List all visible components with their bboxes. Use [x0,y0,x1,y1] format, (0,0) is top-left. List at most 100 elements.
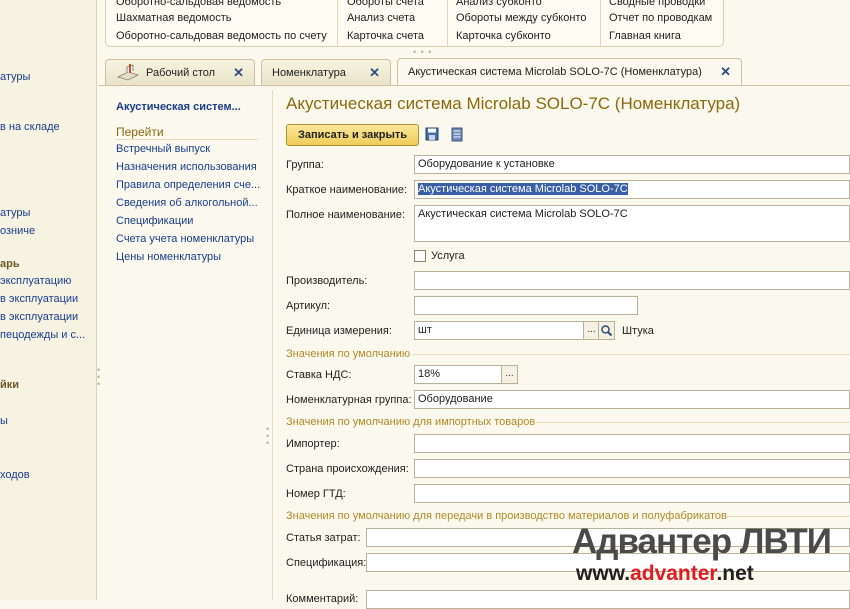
cost-item-label: Статья затрат: [286,532,361,544]
short-name-label: Краткое наименование: [286,184,408,196]
menu-item[interactable]: Карточка счета [347,30,424,42]
vat-select-button[interactable]: ... [501,365,518,384]
full-name-label: Полное наименование: [286,209,406,221]
side-link[interactable]: Назначения использования [116,161,257,173]
specification-label: Спецификация: [286,557,367,569]
nav-link[interactable]: пецодежды и с... [0,329,96,341]
menu-item[interactable]: Сводные проводки [609,0,705,8]
goto-header: Перейти [116,125,164,139]
menu-item[interactable]: Анализ счета [347,12,415,24]
save-and-close-button[interactable]: Записать и закрыть [286,124,419,146]
unit-label: Единица измерения: [286,325,392,337]
side-link[interactable]: Цены номенклатуры [116,251,221,263]
desktop-icon [116,64,140,81]
splitter-grip[interactable]: • • • [266,425,272,448]
section-divider [116,139,258,140]
nav-link[interactable]: ходов [0,469,96,481]
menu-divider [447,0,448,46]
maker-label: Производитель: [286,275,368,287]
maker-field[interactable] [414,271,850,290]
menu-divider [600,0,601,46]
gtd-field[interactable] [414,484,850,503]
nav-link[interactable]: в эксплуатации [0,311,96,323]
reports-menu-panel: Оборотно-сальдовая ведомость Шахматная ве… [105,0,724,47]
importer-field[interactable] [414,434,850,453]
article-label: Артикул: [286,300,331,312]
nav-link[interactable]: эксплуатацию [0,275,96,287]
unit-field[interactable]: шт [414,321,584,340]
importer-label: Импортер: [286,438,340,450]
section-divider [412,354,850,355]
watermark-url-suffix: .net [716,562,754,585]
side-link[interactable]: Правила определения сче... [116,179,260,191]
form-side-panel: Акустическая систем... Перейти Встречный в… [108,92,272,600]
nav-link[interactable]: в эксплуатации [0,293,96,305]
panel-separator [272,90,273,600]
group-field[interactable]: Оборудование к установке [414,155,850,174]
article-field[interactable] [414,296,638,315]
section-divider [536,422,850,423]
country-label: Страна происхождения: [286,463,409,475]
service-checkbox-label: Услуга [431,250,465,262]
menu-item[interactable]: Оборотно-сальдовая ведомость по счету [116,30,327,42]
tab-nomenclature[interactable]: Номенклатура ✕ [261,59,391,85]
comment-label: Комментарий: [286,593,359,605]
tab-label: Рабочий стол [146,67,216,79]
nav-link[interactable]: атуры [0,71,96,83]
production-section-header: Значения по умолчанию для передачи в про… [286,510,727,522]
gtd-label: Номер ГТД: [286,488,346,500]
menu-item[interactable]: Оборотно-сальдовая ведомость [116,0,281,8]
watermark-url-domain: advanter [630,562,717,585]
panel-resize-grip[interactable]: • • • [413,47,432,57]
menu-item[interactable]: Шахматная ведомость [116,12,231,24]
watermark-url: www.advanter.net [576,562,754,586]
splitter-grip[interactable]: • • • [97,366,103,389]
menu-item[interactable]: Обороты счета [347,0,424,8]
side-link[interactable]: Счета учета номенклатуры [116,233,254,245]
section-divider [726,516,850,517]
full-name-field[interactable]: Акустическая система Microlab SOLO-7C [414,205,850,242]
menu-item[interactable]: Обороты между субконто [456,12,586,24]
unit-name-text: Штука [622,325,654,337]
watermark-brand: Адвантер ЛВТИ [572,522,832,561]
tab-label: Номенклатура [272,67,346,79]
menu-item[interactable]: Отчет по проводкам [609,12,712,24]
save-icon[interactable] [425,127,439,141]
nomenclature-group-label: Номенклатурная группа: [286,394,412,406]
nav-link[interactable]: в на складе [0,121,96,133]
nav-section-header: арь [0,258,20,270]
menu-item[interactable]: Карточка субконто [456,30,551,42]
tab-item-card[interactable]: Акустическая система Microlab SOLO-7C (Н… [397,58,742,86]
tab-desktop[interactable]: Рабочий стол ✕ [105,59,255,85]
defaults-section-header: Значения по умолчанию [286,348,411,360]
tab-label: Акустическая система Microlab SOLO-7C (Н… [408,66,702,78]
nav-link[interactable]: ы [0,415,96,427]
close-icon[interactable]: ✕ [369,65,380,81]
unit-open-button[interactable] [598,321,615,340]
menu-divider [337,0,338,46]
country-field[interactable] [414,459,850,478]
tab-bar-line [98,85,850,86]
watermark-url-prefix: www. [576,562,631,585]
side-panel-title[interactable]: Акустическая систем... [116,101,241,113]
import-section-header: Значения по умолчанию для импортных това… [286,416,536,428]
selected-text: Акустическая система Microlab SOLO-7C [418,183,628,195]
magnifier-icon [601,325,613,337]
structure-icon[interactable] [451,127,463,142]
side-link[interactable]: Встречный выпуск [116,143,210,155]
nav-section-header: йки [0,379,20,391]
menu-item[interactable]: Анализ субконто [456,0,542,8]
vat-field[interactable]: 18% [414,365,502,384]
close-icon[interactable]: ✕ [720,64,731,80]
service-checkbox[interactable] [414,250,426,262]
short-name-field[interactable]: Акустическая система Microlab SOLO-7C [414,180,850,199]
side-link[interactable]: Спецификации [116,215,193,227]
nomenclature-group-field[interactable]: Оборудование [414,390,850,409]
nav-link[interactable]: атуры [0,207,96,219]
group-label: Группа: [286,159,324,171]
close-icon[interactable]: ✕ [233,65,244,81]
menu-item[interactable]: Главная книга [609,30,681,42]
side-link[interactable]: Сведения об алкогольной... [116,197,258,209]
page-title: Акустическая система Microlab SOLO-7C (Н… [286,94,741,113]
nav-link[interactable]: озниче [0,225,96,237]
